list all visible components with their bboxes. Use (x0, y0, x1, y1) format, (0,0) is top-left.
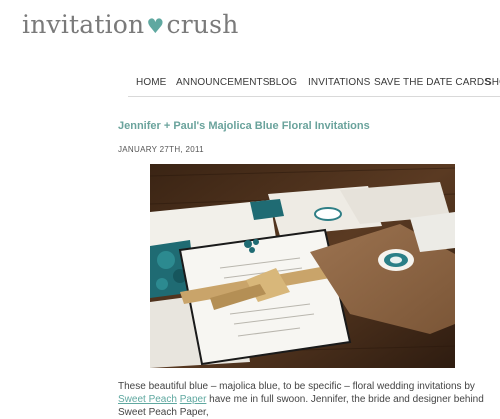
nav-item-announcements[interactable]: ANNOUNCEMENTS (176, 77, 270, 88)
sweet-peach-paper-link-part2[interactable]: Paper (180, 394, 207, 405)
wedding-invitation-suite-photo (150, 164, 455, 368)
nav-item-shop[interactable]: SHO (485, 77, 500, 88)
nav-item-home[interactable]: HOME (136, 77, 166, 88)
heart-icon: ♥ (146, 13, 165, 38)
logo-text-crush: crush (166, 10, 239, 39)
sweet-peach-paper-link-part1[interactable]: Sweet Peach (118, 394, 177, 405)
nav-item-invitations[interactable]: INVITATIONS (308, 77, 370, 88)
logo-text-invitation: invitation (22, 10, 145, 39)
site-logo[interactable]: invitation ♥ crush (22, 10, 239, 39)
post-body-text: These beautiful blue – majolica blue, to… (118, 380, 490, 419)
post-body-prefix: These beautiful blue – majolica blue, to… (118, 381, 475, 392)
post-title-link[interactable]: Jennifer + Paul's Majolica Blue Floral I… (118, 120, 370, 132)
nav-item-blog[interactable]: BLOG (269, 77, 297, 88)
post-date: JANUARY 27TH, 2011 (118, 145, 204, 154)
main-navigation: HOME ANNOUNCEMENTS BLOG INVITATIONS SAVE… (128, 72, 500, 97)
nav-item-save-the-date-cards[interactable]: SAVE THE DATE CARDS (374, 77, 491, 88)
